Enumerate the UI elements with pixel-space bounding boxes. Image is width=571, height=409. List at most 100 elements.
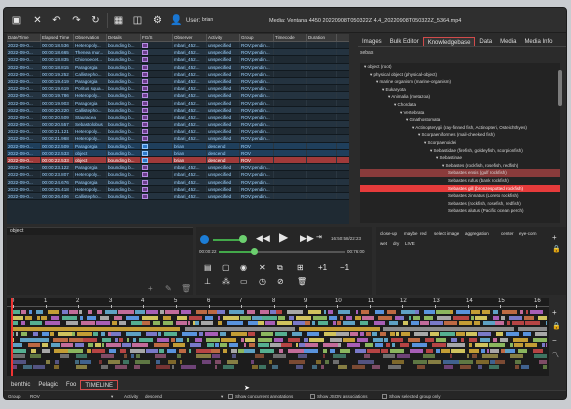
annotation-bar[interactable]: [365, 332, 372, 336]
tree-node[interactable]: ▾ Chordata: [360, 101, 560, 109]
annotation-bar[interactable]: [450, 310, 454, 314]
table-row[interactable]: 2022-09-0... 00:00:19.903 Paragorgia boundi…: [7, 99, 349, 107]
annotation-bar[interactable]: [524, 321, 541, 325]
annotation-bar[interactable]: [145, 310, 159, 314]
annotation-bar[interactable]: [189, 343, 202, 347]
annotation-bar[interactable]: [195, 321, 199, 325]
annotation-bar[interactable]: [415, 310, 420, 314]
annotation-bar[interactable]: [323, 310, 327, 314]
annotation-bar[interactable]: [249, 343, 255, 347]
annotation-bar[interactable]: [304, 348, 319, 353]
annotation-bar[interactable]: [364, 354, 370, 358]
annotation-bar[interactable]: [532, 337, 547, 342]
annotation-bar[interactable]: [387, 365, 402, 369]
table-row[interactable]: 2022-09-0... 00:00:22.533 object bounding b…: [7, 157, 349, 165]
frame-grab-icon[interactable]: [142, 93, 148, 99]
annotation-bar[interactable]: [30, 348, 37, 353]
annotation-bar[interactable]: [155, 354, 167, 358]
annotation-bar[interactable]: [211, 354, 221, 358]
annotation-bar[interactable]: [513, 343, 524, 347]
tab-images[interactable]: Images: [358, 37, 386, 46]
bottom-tab-foo[interactable]: Foo: [62, 380, 80, 390]
annotation-bar[interactable]: [271, 365, 278, 369]
annotation-bar[interactable]: [153, 321, 160, 325]
annotation-bar[interactable]: [164, 310, 180, 314]
table-row[interactable]: 2022-09-0... 00:00:20.509 Stauracea boundin…: [7, 113, 349, 122]
annotation-bar[interactable]: [257, 343, 269, 347]
annotation-bar[interactable]: [79, 315, 84, 320]
annotation-bar[interactable]: [361, 310, 370, 314]
annotation-bar[interactable]: [342, 337, 356, 342]
annotation-bar[interactable]: [539, 359, 547, 364]
annotation-bar[interactable]: [476, 359, 489, 364]
annotation-bar[interactable]: [171, 337, 175, 342]
skip-end-icon[interactable]: ⇥: [316, 233, 322, 243]
annotation-bar[interactable]: [132, 337, 137, 342]
annotation-bar[interactable]: [364, 343, 374, 347]
annotation-bar[interactable]: [392, 359, 404, 364]
annotation-bar[interactable]: [279, 348, 283, 353]
annotation-bar[interactable]: [510, 343, 514, 347]
annotation-bar[interactable]: [534, 354, 547, 358]
table-row[interactable]: 2022-09-0... 00:00:25.418 Heteropoly... bou…: [7, 185, 349, 193]
annotation-bar[interactable]: [41, 332, 50, 336]
annotation-bar[interactable]: [360, 332, 365, 336]
annotation-bar[interactable]: [346, 343, 361, 347]
rewind-icon[interactable]: ◀◀: [256, 233, 270, 243]
table-row[interactable]: 2022-09-0... 00:00:20.557 Sebastolobus boun…: [7, 121, 349, 129]
annotation-bar[interactable]: [323, 332, 336, 336]
frame-grab-icon[interactable]: [142, 150, 148, 156]
annotation-bar[interactable]: [56, 321, 61, 325]
frame-grab-icon[interactable]: [142, 114, 148, 120]
annotation-bar[interactable]: [436, 310, 450, 314]
tree-node[interactable]: ▾ Eukaryota: [360, 86, 560, 94]
column-header[interactable]: Group: [240, 34, 274, 41]
copy-icon[interactable]: ⧉: [277, 263, 283, 273]
annotation-bar[interactable]: [105, 343, 122, 347]
annotation-bar[interactable]: [76, 332, 93, 336]
frame-grab-icon[interactable]: [142, 107, 148, 113]
table-row[interactable]: 2022-09-0... 00:00:19.419 Paragorgia boundi…: [7, 77, 349, 86]
concept-shortcut[interactable]: red: [420, 231, 427, 236]
annotation-bar[interactable]: [397, 354, 411, 358]
annotation-bar[interactable]: [188, 348, 191, 353]
annotation-bar[interactable]: [159, 348, 164, 353]
annotation-bar[interactable]: [313, 315, 327, 320]
annotation-bar[interactable]: [372, 337, 383, 342]
concept-shortcut[interactable]: dry: [393, 241, 399, 246]
annotation-bar[interactable]: [62, 310, 68, 314]
annotation-bar[interactable]: [75, 354, 88, 358]
annotation-bar[interactable]: [204, 332, 218, 336]
annotation-bar[interactable]: [260, 332, 274, 336]
annotation-bar[interactable]: [257, 337, 273, 342]
annotation-bar[interactable]: [175, 337, 184, 342]
annotation-bar[interactable]: [276, 310, 283, 314]
annotation-bar[interactable]: [466, 354, 470, 358]
annotation-bar[interactable]: [482, 321, 496, 325]
annotation-bar[interactable]: [208, 310, 217, 314]
annotation-bar[interactable]: [20, 337, 36, 342]
annotation-bar[interactable]: [107, 359, 121, 364]
annotation-bar[interactable]: [99, 359, 102, 364]
annotation-bar[interactable]: [453, 315, 469, 320]
annotation-bar[interactable]: [481, 354, 498, 358]
annotation-bar[interactable]: [506, 310, 518, 314]
annotation-bar[interactable]: [114, 337, 118, 342]
concept-shortcut[interactable]: maybe: [404, 231, 418, 236]
annotation-bar[interactable]: [481, 310, 491, 314]
annotation-bar[interactable]: [29, 310, 33, 314]
annotation-bar[interactable]: [518, 348, 528, 353]
annotation-bar[interactable]: [328, 310, 334, 314]
annotation-bar[interactable]: [347, 321, 355, 325]
annotation-bar[interactable]: [332, 359, 339, 364]
annotation-bar[interactable]: [262, 315, 278, 320]
clock-icon[interactable]: ◷: [259, 277, 266, 287]
annotation-bar[interactable]: [424, 315, 433, 320]
annotation-bar[interactable]: [135, 359, 150, 364]
annotation-bar[interactable]: [29, 354, 41, 358]
activity-dropdown-icon[interactable]: ▾: [221, 394, 223, 399]
annotation-bar[interactable]: [65, 321, 79, 325]
annotation-bar[interactable]: [102, 337, 111, 342]
annotation-bar[interactable]: [196, 354, 212, 358]
annotation-bar[interactable]: [180, 310, 192, 314]
